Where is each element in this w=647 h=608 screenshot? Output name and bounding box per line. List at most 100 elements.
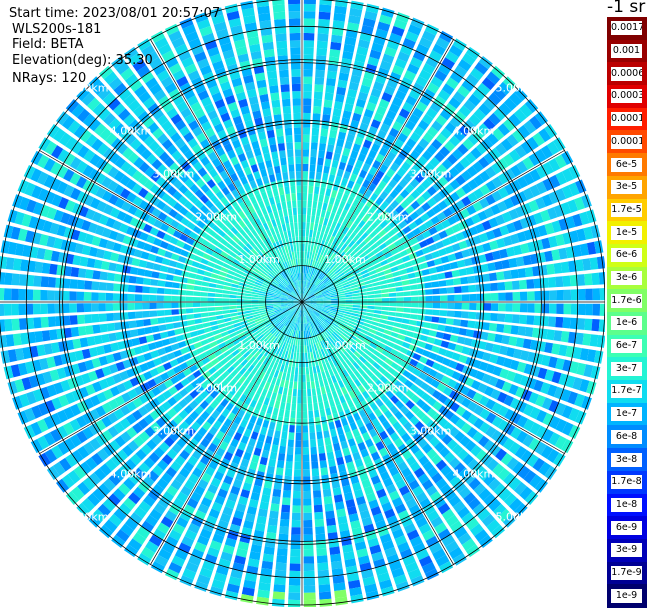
range-gate-cell <box>317 439 324 447</box>
range-gate-cell <box>315 77 325 85</box>
range-gate-cell <box>282 372 287 380</box>
range-gate-cell <box>12 319 20 331</box>
range-gate-cell <box>271 100 280 108</box>
range-gate-cell <box>329 546 340 555</box>
range-gate-cell <box>330 42 341 51</box>
range-gate-cell <box>314 512 323 520</box>
range-gate-cell <box>77 303 85 312</box>
range-gate-cell <box>353 296 360 299</box>
range-gate-cell <box>223 310 231 314</box>
range-gate-cell <box>323 166 330 174</box>
range-gate-cell <box>303 98 311 106</box>
range-gate-cell <box>313 230 317 238</box>
range-gate-cell <box>276 423 282 431</box>
range-gate-cell <box>304 11 316 19</box>
range-gate-cell <box>333 413 340 421</box>
range-gate-cell <box>150 311 158 318</box>
range-gate-cell <box>320 409 326 417</box>
range-gate-cell <box>584 319 592 331</box>
range-gate-cell <box>128 294 135 301</box>
range-gate-cell <box>40 304 48 315</box>
range-gate-cell <box>319 217 324 225</box>
range-gate-cell <box>279 70 289 78</box>
range-gate-cell <box>539 265 548 276</box>
range-gate-cell <box>337 169 344 178</box>
range-gate-cell <box>261 404 268 412</box>
range-gate-cell <box>427 337 436 344</box>
range-gate-cell <box>315 216 320 224</box>
range-gate-cell <box>165 317 173 323</box>
range-gate-cell <box>382 293 390 297</box>
range-gate-cell <box>281 431 287 439</box>
range-gate-cell <box>476 284 484 292</box>
range-gate-cell <box>304 0 316 4</box>
range-gate-cell <box>283 483 291 491</box>
range-gate-cell <box>440 310 448 316</box>
range-gate-cell <box>173 322 181 328</box>
range-gate-cell <box>503 270 511 279</box>
range-gate-cell <box>190 331 198 337</box>
range-gate-cell <box>546 329 555 340</box>
range-gate-cell <box>55 316 63 326</box>
range-gate-cell <box>303 157 309 164</box>
range-gate-cell <box>401 324 409 330</box>
range-gate-cell <box>303 484 311 492</box>
range-gate-cell <box>314 99 323 107</box>
range-gate-cell <box>194 319 202 325</box>
range-gate-cell <box>439 280 447 287</box>
range-gate-cell <box>422 269 430 276</box>
range-gate-cell <box>164 303 171 309</box>
range-gate-cell <box>366 287 374 291</box>
range-gate-cell <box>317 202 322 210</box>
range-gate-cell <box>469 294 476 301</box>
range-gate-cell <box>312 128 319 136</box>
range-gate-cell <box>166 323 174 330</box>
range-gate-cell <box>229 302 236 305</box>
range-gate-cell <box>179 315 187 321</box>
range-gate-cell <box>299 367 302 374</box>
range-gate-cell <box>303 149 309 156</box>
range-gate-cell <box>294 251 297 259</box>
range-gate-cell <box>244 302 251 304</box>
range-gate-cell <box>269 511 279 519</box>
range-gate-cell <box>443 263 452 271</box>
range-gate-cell <box>406 331 414 337</box>
range-gate-cell <box>334 101 343 110</box>
range-gate-cell <box>324 100 333 108</box>
range-gate-cell <box>292 360 295 368</box>
range-gate-cell <box>167 267 175 274</box>
range-gate-cell <box>314 505 323 513</box>
range-gate-cell <box>100 324 108 333</box>
range-gate-cell <box>334 397 340 405</box>
range-gate-cell <box>167 330 175 337</box>
range-gate-cell <box>296 360 299 367</box>
range-gate-cell <box>313 483 321 491</box>
range-gate-cell <box>360 299 367 302</box>
range-gate-cell <box>303 469 310 476</box>
range-gate-cell <box>331 304 338 306</box>
range-gate-cell <box>433 296 440 302</box>
range-gate-cell <box>265 160 272 168</box>
range-gate-cell <box>426 296 433 301</box>
range-gate-cell <box>447 287 455 294</box>
range-gate-cell <box>262 487 271 496</box>
range-gate-cell <box>35 262 44 274</box>
range-gate-cell <box>169 337 178 344</box>
range-gate-cell <box>313 403 318 411</box>
range-gate-cell <box>273 4 285 12</box>
range-gate-cell <box>293 491 301 498</box>
range-gate-cell <box>298 389 302 396</box>
range-gate-cell <box>373 314 381 318</box>
range-gate-cell <box>513 303 521 312</box>
range-gate-cell <box>280 439 287 447</box>
range-gate-cell <box>443 333 452 341</box>
range-gate-cell <box>329 49 340 58</box>
range-gate-cell <box>267 167 274 175</box>
range-gate-cell <box>431 281 439 287</box>
range-gate-cell <box>303 404 307 411</box>
range-gate-cell <box>264 397 270 405</box>
range-gate-cell <box>77 292 85 301</box>
range-gate-cell <box>317 165 323 173</box>
range-gate-cell <box>315 417 321 425</box>
range-gate-cell <box>430 323 438 330</box>
